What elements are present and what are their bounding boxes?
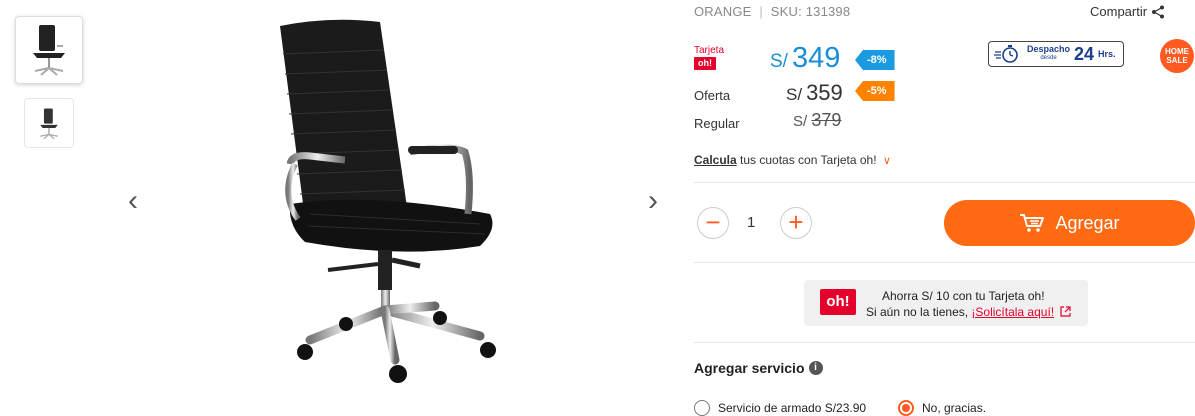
sku-label: SKU: 131398 (770, 4, 851, 19)
meta-separator: | (759, 4, 763, 19)
home-sale-line1: HOME (1165, 47, 1189, 56)
price-regular-value: 379 (811, 110, 842, 130)
add-to-cart-label: Agregar (1055, 212, 1120, 233)
divider (694, 342, 1195, 343)
chevron-down-icon: ∨ (882, 155, 891, 167)
promo-line2: Si aún no la tienes, ¡Solicítala aquí! (866, 305, 1072, 319)
quantity-decrease-button[interactable]: − (697, 207, 729, 239)
currency-symbol: S/ (793, 113, 808, 130)
despacho-hrs: Hrs. (1098, 49, 1116, 59)
currency-symbol: S/ (786, 85, 803, 104)
service-option-armado[interactable]: Servicio de armado S/23.90 (694, 400, 866, 416)
radio-armado[interactable] (694, 400, 710, 416)
info-icon[interactable]: i (808, 361, 823, 375)
quantity-value[interactable]: 1 (747, 214, 755, 231)
promo-line2-prefix: Si aún no la tienes, (866, 305, 972, 319)
divider (694, 182, 1195, 183)
calc-link-text: Calcula (694, 153, 737, 167)
despacho-text: Despacho desde (1027, 45, 1070, 63)
despacho-sub: desde (1040, 55, 1057, 61)
brand-label: ORANGE (694, 4, 752, 19)
promo-line1: Ahorra S/ 10 con tu Tarjeta oh! (882, 289, 1045, 303)
radio-no-gracias[interactable] (898, 400, 914, 416)
discount-badge-oferta: -5% (855, 81, 895, 101)
solicitala-link[interactable]: ¡Solicítala aquí! (971, 305, 1054, 319)
gallery-next-arrow[interactable]: › (643, 186, 663, 216)
add-to-cart-button[interactable]: Agregar (944, 200, 1195, 246)
product-meta: ORANGE | SKU: 131398 (694, 4, 850, 19)
product-main-image (280, 19, 496, 383)
price-tarjeta: S/ 349 (770, 42, 840, 75)
service-option-no-label: No, gracias. (922, 401, 987, 415)
gallery-prev-arrow[interactable]: ‹ (123, 186, 143, 216)
calc-text: tus cuotas con Tarjeta oh! (736, 153, 877, 167)
share-icon (1152, 5, 1165, 18)
price-tarjeta-value: 349 (791, 42, 841, 74)
stopwatch-icon (994, 45, 1018, 63)
price-regular: S/ 379 (793, 110, 841, 131)
oh-logo: oh! (820, 289, 856, 315)
divider (694, 262, 1195, 263)
chair-thumbnail-image (40, 108, 58, 140)
price-oferta-value: 359 (806, 80, 843, 105)
share-label: Compartir (1090, 4, 1148, 19)
home-sale-badge: HOME SALE (1160, 39, 1194, 73)
chair-thumbnail-image (33, 25, 65, 76)
service-option-no[interactable]: No, gracias. (898, 400, 986, 416)
services-title: Agregar servicio (694, 360, 805, 376)
despacho-24h-badge: Despacho desde 24 Hrs. (988, 41, 1124, 67)
discount-badge-tarjeta: -8% (855, 50, 895, 70)
oh-card-logo: oh! (694, 57, 716, 70)
regular-label: Regular (694, 116, 740, 131)
quantity-increase-button[interactable]: + (780, 207, 812, 239)
despacho-hours: 24 (1074, 43, 1095, 64)
external-link-icon[interactable] (1060, 306, 1072, 317)
services-section-title: Agregar servicio i (694, 360, 823, 376)
home-sale-line2: SALE (1166, 56, 1188, 65)
price-oferta: S/ 359 (786, 80, 843, 106)
calc-cuotas-link[interactable]: Calcula tus cuotas con Tarjeta oh! ∨ (694, 153, 891, 167)
tarjeta-label: Tarjeta (694, 45, 725, 56)
share-button[interactable]: Compartir (1090, 4, 1165, 19)
service-option-armado-label: Servicio de armado S/23.90 (718, 401, 867, 415)
despacho-label: Despacho (1027, 44, 1071, 54)
oferta-label: Oferta (694, 88, 731, 103)
currency-symbol: S/ (770, 51, 788, 72)
thumbnail-1[interactable] (15, 16, 83, 84)
oh-promo-banner: oh! Ahorra S/ 10 con tu Tarjeta oh! Si a… (804, 280, 1088, 326)
cart-icon (1020, 214, 1045, 232)
thumbnail-2[interactable] (24, 98, 74, 148)
